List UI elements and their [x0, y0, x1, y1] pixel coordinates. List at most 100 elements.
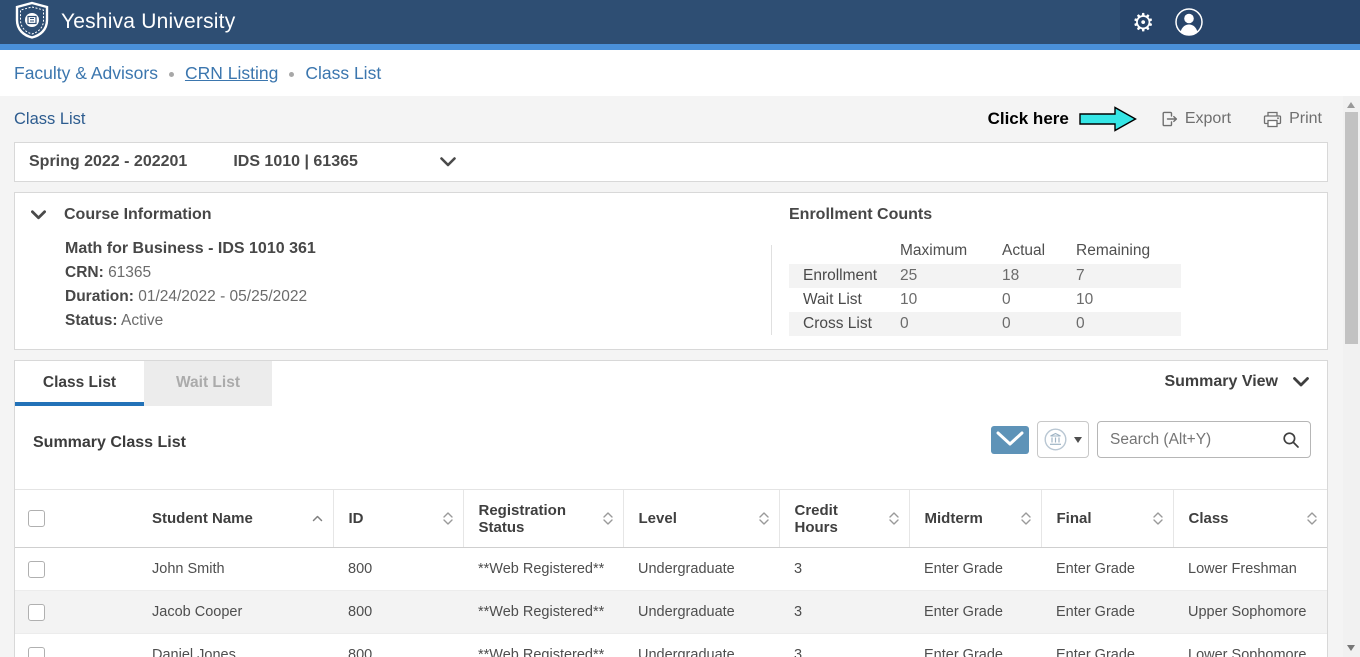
class-list-panel: Class List Wait List Summary View Summar…	[14, 360, 1328, 657]
scrollbar-up-arrow[interactable]	[1347, 102, 1355, 108]
sort-icon[interactable]	[1307, 512, 1317, 525]
course-information-panel: Course Information Math for Business - I…	[14, 192, 1328, 350]
enrollment-col-actual: Actual	[1002, 238, 1076, 264]
photo-column-header	[61, 490, 137, 548]
sort-icon[interactable]	[1021, 512, 1031, 525]
settings-gear-icon[interactable]: ⚙	[1132, 10, 1154, 35]
class-standing-cell: Upper Sophomore	[1173, 591, 1327, 634]
student-photo-cell	[61, 634, 137, 657]
chevron-down-icon[interactable]	[440, 157, 456, 167]
table-row: John Smith 800 **Web Registered** Underg…	[15, 548, 1327, 591]
final-grade-link[interactable]: Enter Grade	[1041, 548, 1173, 591]
waitlist-row: Wait List 10 0 10	[789, 288, 1181, 312]
collapse-chevron-icon[interactable]	[31, 210, 46, 220]
credit-hours-cell: 3	[779, 634, 909, 657]
select-all-checkbox[interactable]	[28, 510, 45, 527]
breadcrumb-separator-dot	[169, 72, 174, 77]
col-registration-status[interactable]: Registration Status	[463, 490, 623, 548]
student-photo-cell	[61, 548, 137, 591]
sort-icon[interactable]	[603, 512, 613, 525]
vertical-scrollbar[interactable]	[1343, 96, 1360, 657]
user-profile-icon[interactable]	[1174, 7, 1204, 37]
midterm-grade-link[interactable]: Enter Grade	[909, 548, 1041, 591]
select-all-cell	[15, 490, 61, 548]
breadcrumb-class-list[interactable]: Class List	[305, 63, 381, 84]
export-button[interactable]: Export	[1161, 110, 1231, 128]
row-checkbox[interactable]	[28, 561, 45, 578]
class-standing-cell: Lower Freshman	[1173, 548, 1327, 591]
scrollbar-thumb[interactable]	[1345, 112, 1358, 344]
col-student-name[interactable]: Student Name	[137, 490, 333, 548]
duration-label: Duration:	[65, 288, 134, 305]
scrollbar-down-arrow[interactable]	[1347, 645, 1355, 651]
sort-ascending-icon[interactable]	[312, 515, 323, 522]
registration-status-cell: **Web Registered**	[463, 634, 623, 657]
class-standing-cell: Lower Sophomore	[1173, 634, 1327, 657]
crosslist-row: Cross List 0 0 0	[789, 312, 1181, 336]
grade-tools-dropdown-button[interactable]	[1037, 421, 1089, 458]
app-header: Yeshiva University ⚙	[0, 0, 1360, 44]
annotation-arrow	[1079, 106, 1137, 132]
final-grade-link[interactable]: Enter Grade	[1041, 591, 1173, 634]
status-label: Status:	[65, 312, 118, 329]
email-button[interactable]	[991, 426, 1029, 454]
printer-icon	[1263, 111, 1282, 128]
col-midterm[interactable]: Midterm	[909, 490, 1041, 548]
tab-class-list[interactable]: Class List	[15, 361, 144, 406]
envelope-icon	[996, 431, 1024, 449]
summary-class-list-heading: Summary Class List	[33, 434, 186, 452]
course-label: IDS 1010 | 61365	[233, 153, 358, 171]
enrollment-counts-panel: Enrollment Counts Maximum Actual Remaini…	[789, 206, 1181, 336]
row-checkbox[interactable]	[28, 647, 45, 657]
search-icon[interactable]	[1282, 431, 1300, 449]
chevron-down-icon	[1293, 377, 1309, 387]
final-grade-link[interactable]: Enter Grade	[1041, 634, 1173, 657]
term-label: Spring 2022 - 202201	[29, 153, 187, 171]
row-checkbox[interactable]	[28, 604, 45, 621]
status-value: Active	[121, 312, 163, 329]
student-photo-cell	[61, 591, 137, 634]
export-icon	[1161, 111, 1178, 127]
midterm-grade-link[interactable]: Enter Grade	[909, 591, 1041, 634]
sort-icon[interactable]	[1153, 512, 1163, 525]
midterm-grade-link[interactable]: Enter Grade	[909, 634, 1041, 657]
breadcrumb-crn-listing[interactable]: CRN Listing	[185, 63, 278, 84]
header-actions: ⚙	[1120, 0, 1360, 44]
student-name-cell: Jacob Cooper	[137, 591, 333, 634]
sort-icon[interactable]	[443, 512, 453, 525]
breadcrumb-faculty-advisors[interactable]: Faculty & Advisors	[14, 63, 158, 84]
enrollment-header-row: Maximum Actual Remaining	[789, 238, 1181, 264]
print-button[interactable]: Print	[1263, 110, 1322, 128]
level-cell: Undergraduate	[623, 634, 779, 657]
sort-icon[interactable]	[759, 512, 769, 525]
student-table-header-row: Student Name ID	[15, 490, 1327, 548]
table-row: Daniel Jones 800 **Web Registered** Unde…	[15, 634, 1327, 657]
credit-hours-cell: 3	[779, 591, 909, 634]
col-final[interactable]: Final	[1041, 490, 1173, 548]
university-shield-logo	[14, 1, 50, 44]
tab-wait-list[interactable]: Wait List	[144, 361, 272, 406]
col-level[interactable]: Level	[623, 490, 779, 548]
sort-icon[interactable]	[889, 512, 899, 525]
registration-status-cell: **Web Registered**	[463, 548, 623, 591]
search-input[interactable]	[1110, 431, 1282, 449]
search-box	[1097, 421, 1311, 458]
list-actions	[991, 421, 1311, 458]
col-class[interactable]: Class	[1173, 490, 1327, 548]
student-id-cell: 800	[333, 548, 463, 591]
toolbar-actions: Click here Export	[988, 106, 1322, 132]
enrollment-col-maximum: Maximum	[900, 238, 1002, 264]
student-id-cell: 800	[333, 591, 463, 634]
breadcrumb-separator-dot	[289, 72, 294, 77]
course-information-title: Course Information	[64, 206, 212, 224]
brand-title: Yeshiva University	[61, 10, 235, 34]
summary-view-dropdown[interactable]: Summary View	[1164, 373, 1309, 391]
enrollment-col-remaining: Remaining	[1076, 238, 1181, 264]
col-credit-hours[interactable]: Credit Hours	[779, 490, 909, 548]
col-id[interactable]: ID	[333, 490, 463, 548]
level-cell: Undergraduate	[623, 548, 779, 591]
tab-bar: Class List Wait List Summary View	[15, 361, 1327, 406]
term-course-selector[interactable]: Spring 2022 - 202201 IDS 1010 | 61365	[14, 142, 1328, 182]
crn-value: 61365	[108, 264, 151, 281]
click-here-annotation: Click here	[988, 109, 1069, 129]
